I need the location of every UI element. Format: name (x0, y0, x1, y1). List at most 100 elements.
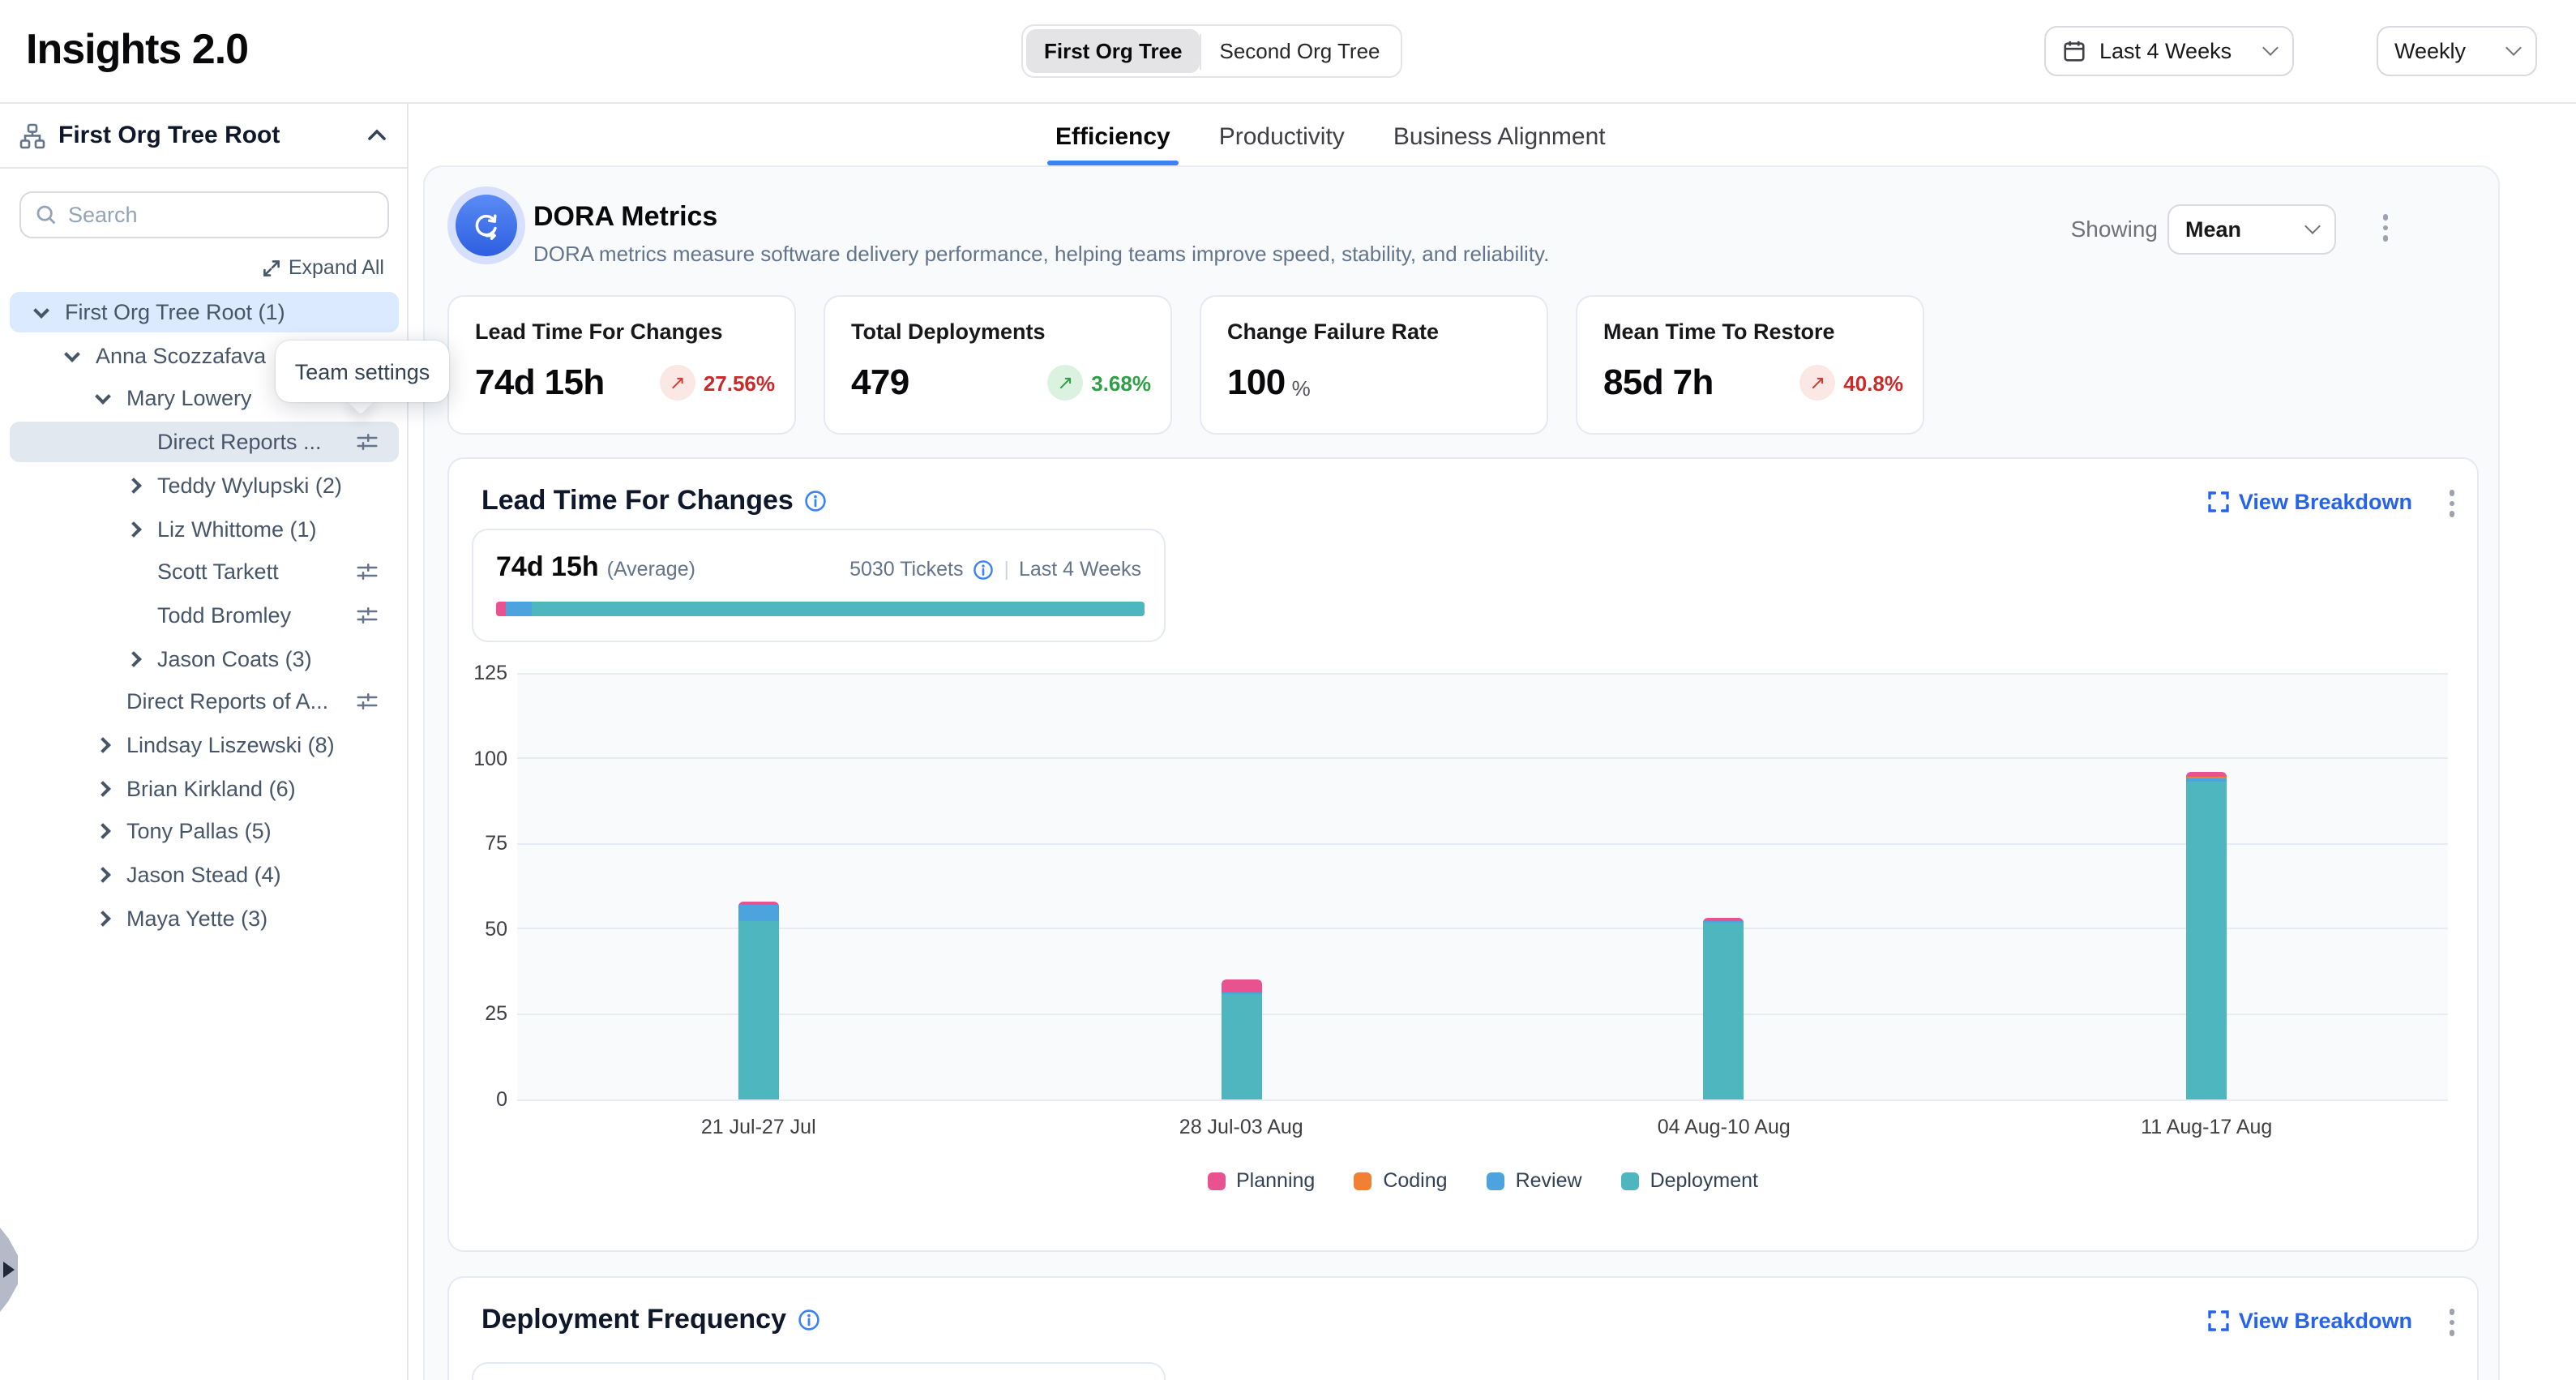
tree-item-teddy-wylupski-2[interactable]: Teddy Wylupski (2) (10, 465, 399, 506)
phase-progress-bar (496, 602, 1145, 616)
granularity-value: Weekly (2394, 39, 2495, 63)
date-range-dropdown[interactable]: Last 4 Weeks (2044, 26, 2294, 76)
view-breakdown-link[interactable]: View Breakdown (2208, 1309, 2412, 1333)
expand-all-label: Expand All (289, 256, 384, 279)
chevron-right-icon[interactable] (95, 737, 111, 753)
team-settings-icon[interactable] (355, 689, 379, 714)
metric-title: Lead Time For Changes (475, 319, 768, 344)
metric-card-lead-time-for-changes: Lead Time For Changes 74d 15h ↗27.56% (447, 295, 796, 435)
granularity-dropdown[interactable]: Weekly (2377, 26, 2537, 76)
tree-item-scott-tarkett[interactable]: Scott Tarkett (10, 551, 399, 592)
tree-item-first-org-tree-root-1[interactable]: First Org Tree Root (1) (10, 292, 399, 332)
deployment-frequency-title: Deployment Frequency (481, 1304, 786, 1336)
search-field[interactable] (19, 191, 389, 238)
chevron-right-icon[interactable] (126, 478, 142, 494)
tab-bar: Efficiency Productivity Business Alignment (1055, 123, 1606, 165)
tree-item-todd-bromley[interactable]: Todd Bromley (10, 595, 399, 636)
tree-item-brian-kirkland-6[interactable]: Brian Kirkland (6) (10, 769, 399, 809)
chevron-down-icon[interactable] (33, 302, 49, 318)
tab-productivity[interactable]: Productivity (1219, 123, 1345, 165)
screen: Insights 2.0 First Org TreeSecond Org Tr… (0, 0, 2576, 1380)
search-input[interactable] (68, 203, 373, 227)
delta-percent: 3.68% (1091, 371, 1151, 395)
main-content: Efficiency Productivity Business Alignment… (409, 104, 2576, 1380)
dora-section: DORA Metrics DORA metrics measure softwa… (423, 165, 2500, 1380)
tree-item-label: Jason Stead (4) (126, 863, 281, 887)
dora-menu-button[interactable] (2382, 214, 2388, 241)
search-icon (36, 204, 57, 225)
tree-item-label: First Org Tree Root (1) (65, 300, 285, 324)
metric-title: Mean Time To Restore (1603, 319, 1897, 344)
chevron-down-icon (2505, 40, 2522, 56)
tickets-count: 5030 Tickets (849, 558, 963, 581)
team-settings-icon[interactable] (355, 603, 379, 628)
tree-item-maya-yette-3[interactable]: Maya Yette (3) (10, 898, 399, 939)
tab-business-alignment[interactable]: Business Alignment (1393, 123, 1606, 165)
showing-label: Showing (2071, 216, 2158, 242)
expand-all-button[interactable]: Expand All (263, 256, 384, 279)
legend-item-planning[interactable]: Planning (1207, 1169, 1315, 1192)
sidebar-header[interactable]: First Org Tree Root (0, 104, 407, 169)
x-tick-label: 21 Jul-27 Jul (701, 1116, 816, 1138)
bar-04-aug-10-aug[interactable] (1704, 918, 1744, 1099)
chevron-right-icon[interactable] (126, 521, 142, 538)
bar-21-jul-27-jul[interactable] (738, 902, 779, 1099)
active-tab-underline (1047, 160, 1179, 165)
page-title: Insights 2.0 (26, 24, 248, 75)
chevron-right-icon[interactable] (126, 651, 142, 667)
tree-item-jason-stead-4[interactable]: Jason Stead (4) (10, 855, 399, 895)
chevron-right-icon[interactable] (95, 823, 111, 839)
view-breakdown-label: View Breakdown (2239, 1309, 2412, 1333)
chevron-right-icon[interactable] (95, 911, 111, 927)
metric-title: Change Failure Rate (1227, 319, 1521, 344)
lead-time-summary: 74d 15h (Average) 5030 Tickets | Last 4 … (472, 529, 1166, 642)
chevron-down-icon[interactable] (64, 345, 80, 362)
bar-11-aug-17-aug[interactable] (2186, 772, 2227, 1099)
legend-item-review[interactable]: Review (1487, 1169, 1582, 1192)
legend-item-deployment[interactable]: Deployment (1621, 1169, 1758, 1192)
tree-item-jason-coats-3[interactable]: Jason Coats (3) (10, 639, 399, 679)
y-tick-label: 25 (449, 1003, 507, 1026)
tree-item-label: Direct Reports of A... (126, 689, 328, 714)
chevron-right-icon[interactable] (95, 781, 111, 797)
tab-efficiency[interactable]: Efficiency (1055, 123, 1170, 165)
tree-item-label: Jason Coats (3) (157, 647, 312, 671)
chevron-down-icon[interactable] (95, 388, 111, 404)
bar-segment-planning (1221, 979, 1261, 992)
team-settings-icon[interactable] (355, 430, 379, 454)
legend-swatch (1354, 1172, 1371, 1189)
info-icon[interactable] (973, 559, 994, 580)
tree-item-direct-reports[interactable]: Direct Reports ... (10, 422, 399, 462)
lead-time-menu-button[interactable] (2449, 490, 2454, 516)
showing-dropdown[interactable]: Mean (2167, 204, 2336, 255)
y-tick-label: 125 (449, 662, 507, 684)
view-breakdown-link[interactable]: View Breakdown (2208, 490, 2412, 514)
tree-item-lindsay-liszewski-8[interactable]: Lindsay Liszewski (8) (10, 725, 399, 765)
y-tick-label: 50 (449, 918, 507, 941)
info-icon[interactable] (798, 1309, 820, 1331)
bar-28-jul-03-aug[interactable] (1221, 979, 1261, 1099)
lead-time-title: Lead Time For Changes (481, 485, 794, 517)
tree-item-label: Brian Kirkland (6) (126, 777, 296, 801)
metric-value: 74d 15h (475, 362, 605, 404)
sidebar: First Org Tree Root Expand All First Org… (0, 104, 409, 1380)
metric-delta: ↗27.56% (660, 365, 775, 401)
tree-item-liz-whittome-1[interactable]: Liz Whittome (1) (10, 509, 399, 550)
legend-swatch (1207, 1172, 1225, 1189)
toggle-option-second-org-tree[interactable]: Second Org Tree (1202, 29, 1398, 73)
info-icon[interactable] (805, 490, 828, 512)
legend-label: Planning (1236, 1169, 1315, 1192)
chevron-right-icon[interactable] (95, 867, 111, 883)
legend-item-coding[interactable]: Coding (1354, 1169, 1447, 1192)
tree-item-direct-reports-of-a[interactable]: Direct Reports of A... (10, 681, 399, 722)
metric-cards-row: Lead Time For Changes74d 15h↗27.56%Total… (447, 295, 1924, 435)
chevron-up-icon[interactable] (366, 128, 387, 143)
team-settings-icon[interactable] (355, 559, 379, 584)
toggle-option-first-org-tree[interactable]: First Org Tree (1026, 29, 1200, 73)
range-label: Last 4 Weeks (1019, 558, 1141, 581)
tree-item-label: Scott Tarkett (157, 559, 279, 584)
deployment-frequency-menu-button[interactable] (2449, 1309, 2454, 1335)
tree-item-tony-pallas-5[interactable]: Tony Pallas (5) (10, 811, 399, 851)
progress-segment-review (506, 602, 532, 616)
bar-segment-deployment (2186, 782, 2227, 1099)
